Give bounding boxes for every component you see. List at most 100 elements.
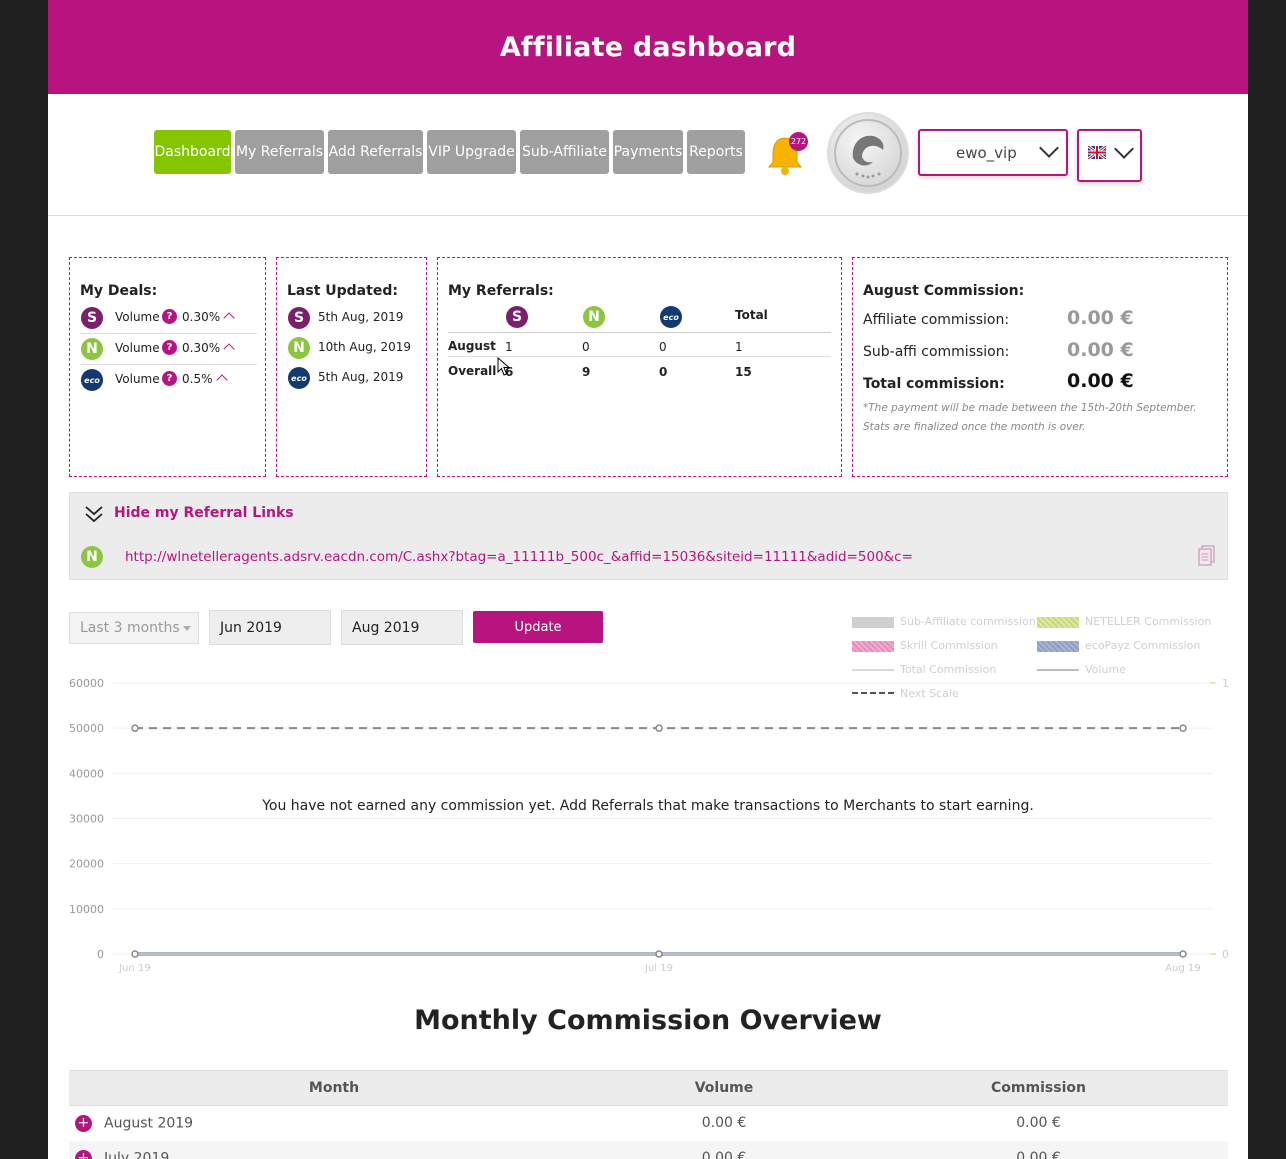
legend-swatch-skrill (852, 641, 894, 652)
commission-card: August Commission: Affiliate commission:… (852, 257, 1228, 477)
last-updated-card: Last Updated: S 5th Aug, 2019 N 10th Aug… (276, 257, 427, 477)
skrill-logo-icon: S (506, 306, 528, 328)
navbar: Dashboard My Referrals Add Referrals VIP… (48, 94, 1248, 216)
double-chevron-down-icon[interactable] (84, 504, 104, 524)
expand-row-icon[interactable]: + (75, 1114, 92, 1132)
avatar[interactable] (827, 112, 909, 194)
referrals-cell: 9 (582, 365, 591, 379)
legend-swatch-ecopayz (1037, 641, 1079, 652)
nav-payments[interactable]: Payments (613, 130, 683, 174)
referrals-total-header: Total (735, 308, 768, 322)
data-point (655, 724, 663, 732)
page-title: Affiliate dashboard (499, 31, 797, 63)
y-tick-label: 40000 (69, 767, 104, 780)
overview-table: Month Volume Commission + August 2019 0.0… (69, 1070, 1228, 1159)
nav-dashboard[interactable]: Dashboard (154, 130, 231, 174)
nav-reports[interactable]: Reports (687, 130, 745, 174)
x-tick-label: Jun 19 (118, 963, 151, 974)
nav-my-referrals[interactable]: My Referrals (235, 130, 324, 174)
skrill-logo-icon: S (288, 307, 310, 329)
help-icon[interactable]: ? (162, 340, 177, 355)
y-tick-label: 50000 (69, 722, 104, 735)
nav-vip-upgrade[interactable]: VIP Upgrade (427, 130, 516, 174)
range-select[interactable]: Last 3 months (69, 612, 199, 644)
row-month: July 2019 (104, 1150, 170, 1159)
mouse-cursor-icon (497, 357, 511, 376)
legend-label[interactable]: Skrill Commission (900, 639, 998, 652)
referrals-cell: 0 (659, 340, 667, 354)
x-tick-label: Aug 19 (1165, 963, 1200, 974)
last-updated-date: 5th Aug, 2019 (318, 370, 404, 384)
table-row[interactable]: + July 2019 0.00 € 0.00 € (69, 1140, 1228, 1159)
chevron-up-icon[interactable] (223, 343, 235, 355)
total-commission-value: 0.00 € (1067, 370, 1134, 392)
skrill-logo-icon: S (81, 307, 103, 329)
nav-add-referrals[interactable]: Add Referrals (328, 130, 423, 174)
language-select[interactable] (1077, 129, 1142, 182)
y2-tick-label: 1 (1222, 677, 1229, 690)
row-volume: 0.00 € (599, 1140, 849, 1159)
deals-title: My Deals: (80, 283, 158, 299)
column-header[interactable]: Month (69, 1070, 599, 1106)
data-point (1179, 724, 1187, 732)
ecopayz-logo-icon: eco (288, 367, 310, 389)
divider (80, 333, 257, 334)
last-updated-title: Last Updated: (287, 283, 398, 299)
data-point (131, 950, 139, 958)
caret-down-icon (183, 626, 191, 631)
referrals-cell: 0 (582, 340, 590, 354)
legend-label[interactable]: Sub-Affiliate commission (900, 615, 1036, 628)
hide-referral-links-toggle[interactable]: Hide my Referral Links (114, 505, 294, 521)
referrals-cell: 15 (735, 365, 752, 379)
header-bar: Affiliate dashboard (48, 0, 1248, 94)
table-row[interactable]: + August 2019 0.00 € 0.00 € (69, 1106, 1228, 1141)
deal-rate: 0.5% (182, 372, 213, 386)
legend-swatch-neteller (1037, 617, 1079, 628)
row-commission: 0.00 € (849, 1140, 1228, 1159)
chevron-up-icon[interactable] (216, 374, 228, 386)
legend-label[interactable]: ecoPayz Commission (1085, 639, 1200, 652)
divider (80, 364, 257, 365)
neteller-logo-icon: N (81, 546, 103, 568)
chart-empty-message: You have not earned any commission yet. … (262, 798, 1034, 814)
update-button[interactable]: Update (473, 611, 603, 643)
help-icon[interactable]: ? (162, 309, 177, 324)
deals-card: My Deals: S Volume ? 0.30% N Volume ? 0.… (69, 257, 266, 477)
y-tick-label: 20000 (69, 858, 104, 871)
data-point (1179, 950, 1187, 958)
commission-note: *The payment will be made between the 15… (863, 402, 1197, 433)
referrals-row-label: August (448, 339, 496, 353)
subaffi-commission-label: Sub-affi commission: (863, 344, 1010, 360)
notification-badge: 272 (789, 132, 808, 151)
deal-label: Volume (115, 310, 160, 324)
user-select-value: ewo_vip (956, 143, 1017, 162)
help-icon[interactable]: ? (162, 371, 177, 386)
overview-title: Monthly Commission Overview (414, 1005, 882, 1036)
expand-row-icon[interactable]: + (75, 1149, 92, 1159)
deal-rate: 0.30% (182, 310, 221, 324)
referrals-cell: 1 (735, 340, 743, 354)
copy-icon[interactable] (1198, 545, 1216, 567)
chevron-down-icon (1039, 138, 1059, 158)
legend-label[interactable]: NETELLER Commission (1085, 615, 1211, 628)
referrals-cell: 1 (505, 340, 513, 354)
neteller-logo-icon: N (583, 306, 605, 328)
page: Affiliate dashboard Dashboard My Referra… (48, 0, 1248, 1159)
deal-label: Volume (115, 372, 160, 386)
from-month-input[interactable]: Jun 2019 (209, 610, 331, 645)
y-tick-label: 0 (97, 948, 104, 961)
y2-tick-label: 0 (1222, 948, 1229, 961)
affiliate-commission-label: Affiliate commission: (863, 312, 1010, 328)
ambassador-badge-icon (834, 119, 902, 187)
column-header[interactable]: Commission (849, 1070, 1228, 1106)
affiliate-commission-value: 0.00 € (1067, 307, 1134, 329)
chevron-up-icon[interactable] (223, 312, 235, 324)
to-month-input[interactable]: Aug 2019 (341, 610, 463, 645)
nav-sub-affiliate[interactable]: Sub-Affiliate (520, 130, 609, 174)
y-tick-label: 60000 (69, 677, 104, 690)
referral-link-url[interactable]: http://wlnetelleragents.adsrv.eacdn.com/… (125, 549, 913, 565)
referral-links-panel: Hide my Referral Links N http://wlnetell… (69, 492, 1228, 580)
data-point (131, 724, 139, 732)
user-select[interactable]: ewo_vip (918, 129, 1068, 176)
column-header[interactable]: Volume (599, 1070, 849, 1106)
